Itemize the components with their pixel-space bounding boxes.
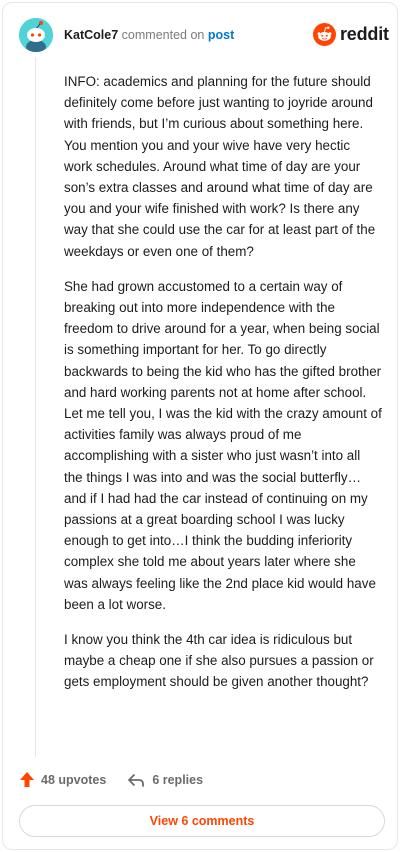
upvote-button[interactable]: 48 upvotes [19, 771, 106, 788]
view-comments-button[interactable]: View 6 comments [19, 805, 385, 837]
replies-button[interactable]: 6 replies [127, 772, 203, 788]
comment-paragraph: She had grown accustomed to a certain wa… [64, 278, 382, 612]
thread-line [35, 57, 36, 757]
comment-paragraph: INFO: academics and planning for the fut… [64, 74, 376, 259]
post-link[interactable]: post [208, 28, 234, 42]
action-text: commented on [121, 28, 205, 42]
snoo-avatar-icon [19, 18, 53, 52]
upvote-count: 48 upvotes [41, 772, 107, 787]
reddit-logo: reddit [313, 23, 389, 46]
comment-paragraph: I know you think the 4th car idea is rid… [64, 632, 374, 690]
comment-header: KatCole7 commented on post [64, 28, 234, 42]
reply-count: 6 replies [152, 772, 204, 787]
comment-body: INFO: academics and planning for the fut… [64, 71, 382, 707]
comment-actions: 48 upvotes 6 replies [19, 771, 203, 788]
avatar[interactable] [19, 18, 53, 52]
reddit-wordmark: reddit [340, 24, 389, 44]
reply-arrow-icon [128, 773, 145, 787]
username-link[interactable]: KatCole7 [64, 28, 118, 42]
comment-card: KatCole7 commented on post reddit INFO: … [2, 2, 398, 850]
upvote-arrow-icon [20, 772, 34, 787]
reddit-alien-icon [313, 23, 336, 46]
